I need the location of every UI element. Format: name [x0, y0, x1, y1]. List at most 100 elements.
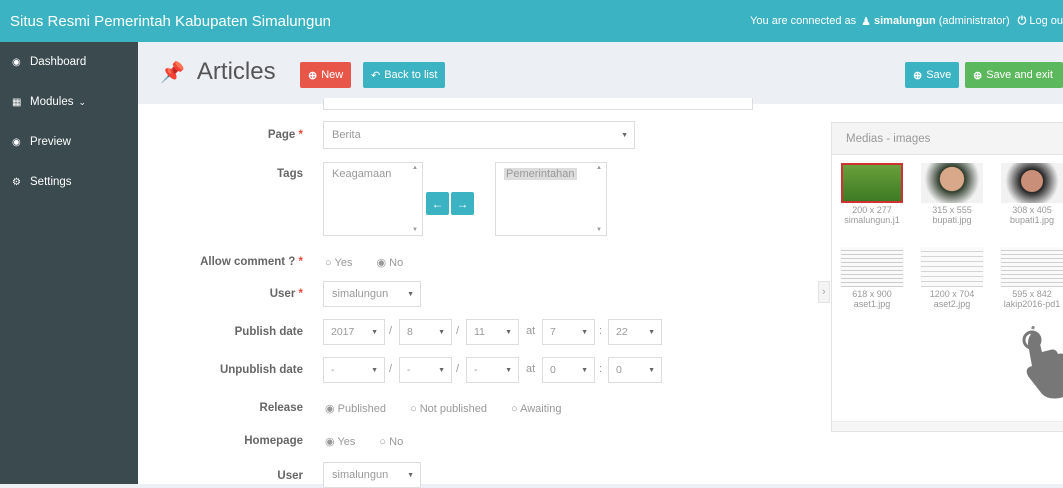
at-label: at: [526, 363, 536, 375]
release-label: Release: [259, 402, 303, 414]
scroll-down-icon[interactable]: ▼: [596, 227, 602, 233]
radio-not-published[interactable]: ○ Not published: [410, 403, 499, 415]
publish-day-select[interactable]: 11 ▼: [466, 319, 519, 345]
save-and-exit-button[interactable]: ⊕ Save and exit: [965, 62, 1063, 88]
sidebar-item-dashboard[interactable]: ◉ Dashboard: [0, 42, 138, 82]
power-icon[interactable]: ⏻: [1018, 15, 1027, 28]
move-left-button[interactable]: ←: [426, 192, 449, 215]
caret-down-icon: ▼: [581, 328, 588, 336]
sidebar-item-label: Dashboard: [30, 56, 87, 68]
thumbnail-image: [841, 247, 903, 287]
unpublish-year-select[interactable]: - ▼: [323, 357, 385, 383]
publish-year-select[interactable]: 2017 ▼: [323, 319, 385, 345]
logout-link[interactable]: Log ou: [1029, 15, 1063, 27]
radio-published[interactable]: ◉ Published: [325, 402, 398, 415]
site-brand[interactable]: Situs Resmi Pemerintah Kabupaten Simalun…: [0, 13, 331, 30]
user-icon: ♟: [861, 15, 871, 28]
move-right-button[interactable]: →: [451, 192, 474, 215]
sidebar-item-preview[interactable]: ◉ Preview: [0, 122, 138, 162]
media-thumb[interactable]: 1200 x 704 aset2.jpg: [916, 243, 988, 325]
media-size: 595 x 842: [1012, 289, 1052, 299]
caret-down-icon: ▼: [621, 131, 628, 139]
thumbnail-image: [1001, 163, 1063, 203]
unpublish-month-select[interactable]: - ▼: [399, 357, 452, 383]
modules-icon: ▦: [12, 96, 22, 108]
allow-comment-label: Allow comment ? *: [200, 256, 303, 268]
publish-month-select[interactable]: 8 ▼: [399, 319, 452, 345]
caret-down-icon: ▼: [371, 366, 378, 374]
date-separator: /: [456, 325, 460, 337]
plus-circle-icon: ⊕: [308, 69, 318, 82]
radio-homepage-no[interactable]: ○ No: [379, 436, 415, 448]
tags-selected-list[interactable]: Pemerintahan ▲ ▼: [495, 162, 607, 236]
new-button[interactable]: ⊕ New: [300, 62, 352, 88]
sidebar-item-label: Modules: [30, 96, 74, 108]
caret-down-icon: ▼: [581, 366, 588, 374]
media-thumb[interactable]: 315 x 555 bupati.jpg: [916, 159, 988, 241]
arrow-right-icon: →: [456, 196, 469, 211]
title-input[interactable]: [323, 98, 753, 110]
connected-prefix: You are connected as: [750, 15, 857, 27]
release-radios: ◉ Published ○ Not published ○ Awaiting: [325, 402, 585, 416]
unpublish-minute-select[interactable]: 0 ▼: [608, 357, 662, 383]
media-thumb[interactable]: 595 x 842 lakip2016-pd1: [996, 243, 1063, 325]
user-select[interactable]: simalungun ▼: [323, 281, 421, 307]
tags-available-list[interactable]: Keagamaan ▲ ▼: [323, 162, 423, 236]
back-icon: ↶: [371, 69, 381, 82]
scroll-up-icon[interactable]: ▲: [412, 165, 418, 171]
media-name: bupati.jpg: [932, 215, 972, 225]
caret-down-icon: ▼: [438, 328, 445, 336]
thumbnail-image: [921, 163, 983, 203]
publish-hour-select[interactable]: 7 ▼: [542, 319, 595, 345]
date-separator: /: [389, 325, 393, 337]
sidebar-item-modules[interactable]: ▦ Modules ⌄: [0, 82, 138, 122]
back-to-list-button[interactable]: ↶ Back to list: [363, 62, 446, 88]
user-status: You are connected as ♟ simalungun (admin…: [750, 0, 1063, 42]
caret-down-icon: ▼: [648, 366, 655, 374]
media-name: bupati1.jpg: [1009, 215, 1055, 225]
tag-transfer-buttons: ← →: [426, 192, 474, 215]
sidebar: ◉ Dashboard ▦ Modules ⌄ ◉ Preview ⚙ Sett…: [0, 42, 138, 484]
new-button-label: New: [321, 69, 344, 81]
page-select[interactable]: Berita ▼: [323, 121, 635, 149]
radio-no[interactable]: ◉ No: [376, 256, 415, 269]
user2-select[interactable]: simalungun ▼: [323, 462, 421, 488]
sidebar-item-settings[interactable]: ⚙ Settings: [0, 162, 138, 202]
at-label: at: [526, 325, 536, 337]
caret-down-icon: ▼: [648, 328, 655, 336]
publish-minute-select[interactable]: 22 ▼: [608, 319, 662, 345]
username[interactable]: simalungun: [874, 15, 936, 27]
caret-down-icon: ▼: [407, 471, 414, 479]
panel-scrollbar[interactable]: [832, 421, 1063, 431]
radio-awaiting[interactable]: ○ Awaiting: [511, 403, 573, 415]
media-thumb[interactable]: 200 x 277 simalungun.j1: [836, 159, 908, 241]
homepage-label: Homepage: [244, 435, 303, 447]
scroll-up-icon[interactable]: ▲: [596, 165, 602, 171]
sidebar-item-label: Settings: [30, 176, 72, 188]
radio-yes[interactable]: ○ Yes: [325, 257, 364, 269]
homepage-radios: ◉ Yes ○ No: [325, 435, 427, 449]
pin-icon: 📌: [160, 61, 185, 84]
page-title: 📌 Articles: [160, 58, 276, 86]
media-thumb[interactable]: 618 x 900 aset1.jpg: [836, 243, 908, 325]
page-label: Page *: [267, 129, 303, 141]
save-button[interactable]: ⊕ Save: [905, 62, 960, 88]
media-size: 1200 x 704: [929, 289, 975, 299]
media-thumb[interactable]: 308 x 405 bupati1.jpg: [996, 159, 1063, 241]
arrow-left-icon: ←: [431, 196, 444, 211]
user2-select-value: simalungun: [332, 469, 389, 481]
unpublish-hour-select[interactable]: 0 ▼: [542, 357, 595, 383]
user-label: User *: [269, 288, 303, 300]
thumbnail-image: [841, 163, 903, 203]
article-form: Page * Berita ▼ Tags Keagamaan ▲ ▼ ← → P…: [138, 98, 1063, 488]
save-button-label: Save: [926, 69, 952, 81]
page-header: 📌 Articles ⊕ New ↶ Back to list ⊕ Save ⊕…: [138, 42, 1063, 104]
unpublish-day-select[interactable]: - ▼: [466, 357, 519, 383]
time-separator: :: [599, 363, 603, 375]
user2-label: User: [277, 470, 303, 482]
tag-option[interactable]: Keagamaan: [332, 168, 391, 180]
radio-homepage-yes[interactable]: ◉ Yes: [325, 435, 367, 448]
collapse-panel-icon[interactable]: ›: [818, 281, 830, 303]
tag-option[interactable]: Pemerintahan: [504, 168, 577, 180]
scroll-down-icon[interactable]: ▼: [412, 227, 418, 233]
